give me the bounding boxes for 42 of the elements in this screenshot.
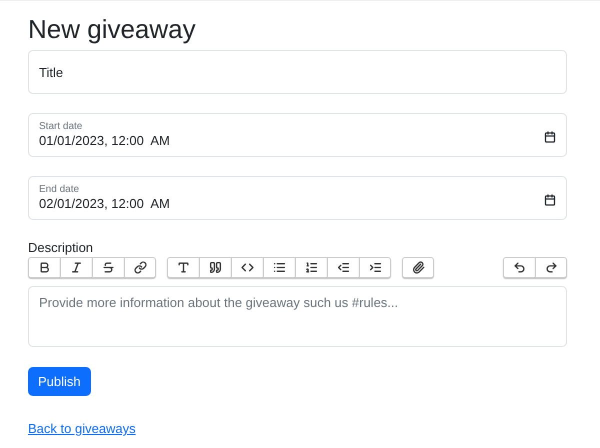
field-label: End date (39, 184, 80, 196)
toolbar-button[interactable] (167, 257, 199, 278)
field-label: Start date (39, 121, 84, 133)
toolbar-button[interactable] (124, 257, 156, 278)
toolbar-button[interactable] (402, 257, 434, 278)
toolbar-button[interactable] (231, 257, 263, 278)
toolbar-button[interactable] (535, 257, 567, 278)
quote-icon (209, 261, 222, 274)
calendar-icon[interactable] (544, 131, 556, 143)
toolbar-button[interactable] (92, 257, 124, 278)
toolbar-button[interactable] (28, 257, 60, 278)
field-label: Description (28, 240, 94, 256)
toolbar-button[interactable] (359, 257, 391, 278)
date-field[interactable]: End date 02/01/2023, 12:00 AM (28, 176, 567, 220)
date-field[interactable]: Start date 01/01/2023, 12:00 AM (28, 113, 567, 157)
redo-icon (544, 261, 558, 274)
toolbar-button[interactable] (263, 257, 295, 278)
page-title: New giveaway (28, 13, 197, 45)
heading-icon (177, 261, 190, 274)
calendar-icon[interactable] (544, 194, 556, 206)
toolbar-button[interactable] (503, 257, 535, 278)
link-icon (134, 261, 146, 274)
toolbar-button[interactable] (327, 257, 359, 278)
publish-button[interactable]: Publish (28, 367, 91, 396)
toolbar-button[interactable] (199, 257, 231, 278)
date-value: 01/01/2023, 12:00 AM (39, 133, 171, 149)
bold-icon (38, 261, 51, 274)
strikethrough-icon (102, 261, 115, 274)
back-link[interactable]: Back to giveaways (28, 421, 136, 436)
toolbar-button[interactable] (60, 257, 92, 278)
outdent-icon (337, 261, 350, 274)
undo-icon (513, 261, 526, 274)
toolbar-button[interactable] (295, 257, 327, 278)
description-field[interactable]: Provide more information about the giveaway such us #rules... (28, 286, 567, 347)
italic-icon (70, 261, 83, 274)
paperclip-icon (412, 261, 424, 274)
code-icon (241, 261, 254, 274)
indent-icon (368, 261, 382, 274)
title-field[interactable]: Title (28, 50, 567, 94)
date-value: 02/01/2023, 12:00 AM (39, 196, 171, 212)
bullet-list-icon (273, 261, 286, 274)
numbered-list-icon (305, 261, 318, 274)
